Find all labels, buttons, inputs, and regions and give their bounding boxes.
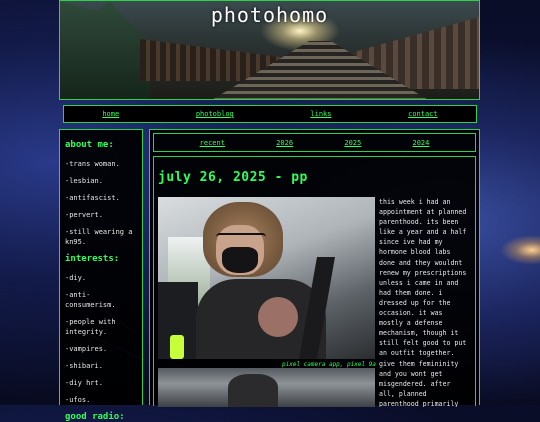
about-item: -trans woman. [65, 160, 120, 168]
radio-heading: good radio: [65, 412, 125, 422]
about-item: -antifascist. [65, 194, 120, 202]
about-heading: about me: [65, 140, 114, 150]
nav-link-home[interactable]: home [102, 110, 119, 118]
interests-item: -ufos. [65, 396, 91, 404]
photo-person-mask [222, 247, 258, 273]
photo2-subject [228, 374, 278, 407]
photo-person-arm [258, 297, 298, 337]
interests-item: -diy. [65, 274, 87, 282]
site-header-banner: photohomo [59, 0, 480, 100]
photo-green-cup [170, 335, 184, 359]
interests-item: -vampires. [65, 345, 108, 353]
sidebar: about me: -trans woman. -lesbian. -antif… [59, 129, 143, 422]
about-item: -pervert. [65, 211, 103, 219]
interests-heading: interests: [65, 254, 120, 264]
about-item: -still wearing a kn95. [65, 228, 133, 246]
year-link-2024[interactable]: 2024 [413, 139, 430, 147]
interests-item: -diy hrt. [65, 379, 103, 387]
post-photo-selfie[interactable] [158, 197, 375, 359]
about-item: -lesbian. [65, 177, 103, 185]
photo-caption: pixel camera app, pixel 9a [282, 361, 376, 368]
main-content: recent 2026 2025 2024 july 26, 2025 - pp… [149, 129, 480, 407]
blog-post: july 26, 2025 - pp pixel camera app, pix… [153, 156, 476, 407]
interests-item: -anti- consumerism. [65, 291, 116, 309]
year-link-recent[interactable]: recent [200, 139, 225, 147]
year-link-2025[interactable]: 2025 [344, 139, 361, 147]
interests-item: -people with integrity. [65, 318, 116, 336]
interests-item: -shibari. [65, 362, 103, 370]
site-title: photohomo [210, 3, 329, 27]
background-light-glow [500, 235, 540, 265]
post-photo-second[interactable] [158, 368, 375, 407]
nav-link-contact[interactable]: contact [408, 110, 438, 118]
year-nav: recent 2026 2025 2024 [153, 133, 476, 152]
main-nav: home photoblog links contact [63, 105, 477, 123]
post-title: july 26, 2025 - pp [158, 170, 308, 185]
nav-link-links[interactable]: links [310, 110, 331, 118]
nav-link-photoblog[interactable]: photoblog [196, 110, 234, 118]
year-link-2026[interactable]: 2026 [276, 139, 293, 147]
post-body-text: this week i had an appointment at planne… [379, 198, 467, 407]
